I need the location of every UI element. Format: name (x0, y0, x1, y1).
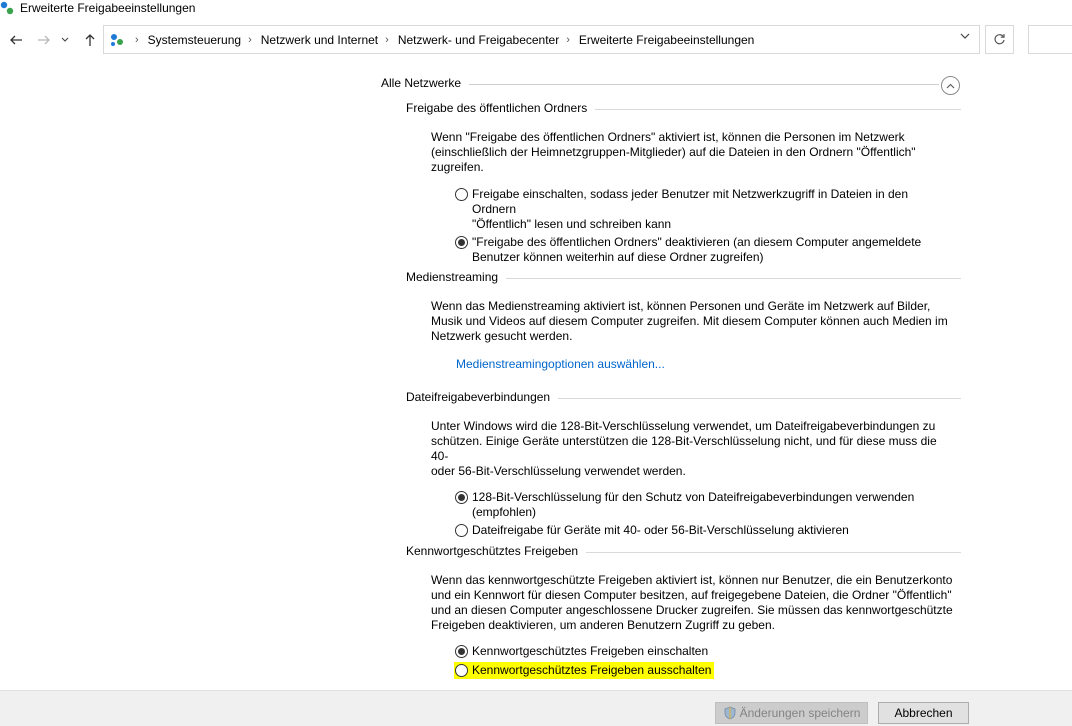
breadcrumb: › Systemsteuerung › Netzwerk und Interne… (128, 33, 754, 47)
radio-label-line: Dateifreigabe für Geräte mit 40- oder 56… (472, 523, 849, 537)
radio-128bit[interactable]: 128-Bit-Verschlüsselung für den Schutz v… (455, 490, 955, 520)
breadcrumb-separator-icon: › (385, 34, 389, 46)
address-bar[interactable]: › Systemsteuerung › Netzwerk und Interne… (103, 25, 980, 54)
description-line: Musik und Videos auf diesem Computer zug… (431, 314, 948, 328)
radio-label-line: "Freigabe des öffentlichen Ordners" deak… (472, 235, 922, 249)
radio-label: 128-Bit-Verschlüsselung für den Schutz v… (472, 490, 914, 520)
radio-40-56bit[interactable]: Dateifreigabe für Geräte mit 40- oder 56… (455, 523, 955, 538)
section-file-sharing-connections: Dateifreigabeverbindungen Unter Windows … (406, 390, 961, 538)
section-description: Wenn das kennwortgeschützte Freigeben ak… (431, 573, 956, 633)
group-label: Alle Netzwerke (381, 76, 470, 90)
radio-label: "Freigabe des öffentlichen Ordners" deak… (472, 235, 921, 265)
section-media-streaming: Medienstreaming Wenn das Medienstreaming… (406, 270, 961, 371)
section-description: Wenn das Medienstreaming aktiviert ist, … (431, 299, 956, 344)
section-heading-label: Freigabe des öffentlichen Ordners (406, 101, 596, 115)
media-streaming-options-link[interactable]: Medienstreamingoptionen auswählen... (456, 357, 961, 371)
highlight-marker: Kennwortgeschütztes Freigeben ausschalte… (454, 662, 715, 679)
section-heading: Dateifreigabeverbindungen (406, 390, 961, 406)
radio-password-off[interactable]: Kennwortgeschütztes Freigeben ausschalte… (454, 662, 955, 679)
navigation-bar: › Systemsteuerung › Netzwerk und Interne… (0, 22, 1072, 56)
description-line: Freigeben deaktivieren, um anderen Benut… (431, 618, 775, 632)
refresh-button[interactable] (985, 25, 1014, 54)
section-heading-label: Dateifreigabeverbindungen (406, 390, 559, 404)
description-line: schützen. Einige Geräte unterstützen die… (431, 434, 937, 463)
radio-label: Dateifreigabe für Geräte mit 40- oder 56… (472, 523, 849, 538)
section-description: Wenn "Freigabe des öffentlichen Ordners"… (431, 130, 956, 175)
breadcrumb-separator-icon: › (135, 34, 139, 46)
cancel-button[interactable]: Abbrechen (878, 702, 969, 724)
address-dropdown-chevron-icon[interactable] (960, 32, 974, 46)
title-bar: Erweiterte Freigabeeinstellungen (0, 0, 1072, 18)
section-public-folder: Freigabe des öffentlichen Ordners Wenn "… (406, 101, 961, 265)
network-location-icon (111, 34, 123, 46)
radio-label: Kennwortgeschütztes Freigeben ausschalte… (472, 663, 712, 677)
radio-public-on[interactable]: Freigabe einschalten, sodass jeder Benut… (455, 187, 955, 232)
chevron-up-icon (946, 83, 955, 88)
section-password-protected-sharing: Kennwortgeschütztes Freigeben Wenn das k… (406, 544, 961, 679)
description-line: zugreifen. (431, 160, 484, 174)
description-line: oder 56-Bit-Verschlüsselung verwendet we… (431, 464, 686, 478)
uac-shield-icon (724, 706, 736, 720)
breadcrumb-separator-icon: › (248, 34, 252, 46)
main-content: Alle Netzwerke Freigabe des öffentlichen… (0, 57, 1072, 700)
window-title: Erweiterte Freigabeeinstellungen (20, 1, 196, 15)
section-heading-label: Kennwortgeschütztes Freigeben (406, 544, 587, 558)
divider (469, 84, 939, 85)
collapse-button[interactable] (941, 76, 960, 95)
save-changes-label: Änderungen speichern (739, 706, 861, 720)
radio-label: Freigabe einschalten, sodass jeder Benut… (472, 187, 955, 232)
description-line: und ein Kennwort für diesen Computer bes… (431, 588, 952, 602)
radio-label-line: "Öffentlich" lesen und schreiben kann (472, 217, 672, 231)
radio-public-off[interactable]: "Freigabe des öffentlichen Ordners" deak… (455, 235, 955, 265)
breadcrumb-erweiterte-freigabe[interactable]: Erweiterte Freigabeeinstellungen (579, 33, 754, 47)
description-line: und an diesen Computer angeschlossene Dr… (431, 603, 953, 617)
network-app-icon (0, 1, 14, 15)
radio-button-selected[interactable] (455, 236, 468, 249)
up-arrow-icon[interactable] (80, 30, 100, 50)
radio-label-line: (empfohlen) (472, 505, 537, 519)
description-line: Wenn "Freigabe des öffentlichen Ordners"… (431, 130, 905, 144)
radio-button[interactable] (455, 188, 468, 201)
section-heading: Freigabe des öffentlichen Ordners (406, 101, 961, 117)
search-input[interactable] (1028, 25, 1072, 54)
section-description: Unter Windows wird die 128-Bit-Verschlüs… (431, 419, 956, 479)
description-line: Wenn das Medienstreaming aktiviert ist, … (431, 299, 931, 313)
radio-button-selected[interactable] (455, 491, 468, 504)
breadcrumb-netzwerk-internet[interactable]: Netzwerk und Internet (261, 33, 378, 47)
recent-locations-chevron-icon[interactable] (59, 30, 71, 50)
section-heading: Medienstreaming (406, 270, 961, 286)
breadcrumb-systemsteuerung[interactable]: Systemsteuerung (148, 33, 241, 47)
description-line: Unter Windows wird die 128-Bit-Verschlüs… (431, 419, 936, 433)
description-line: (einschließlich der Heimnetzgruppen-Mitg… (431, 145, 916, 159)
cancel-label: Abbrechen (894, 706, 953, 720)
radio-label: Kennwortgeschütztes Freigeben einschalte… (472, 644, 709, 658)
footer-bar: Änderungen speichern Abbrechen (0, 690, 1072, 726)
forward-arrow-icon[interactable] (34, 30, 54, 50)
back-arrow-icon[interactable] (6, 30, 26, 50)
breadcrumb-separator-icon: › (566, 34, 570, 46)
refresh-icon (994, 34, 1005, 45)
radio-label-line: Benutzer können weiterhin auf diese Ordn… (472, 250, 764, 264)
description-line: Wenn das kennwortgeschützte Freigeben ak… (431, 573, 953, 587)
save-changes-button[interactable]: Änderungen speichern (715, 702, 868, 724)
group-header-alle-netzwerke: Alle Netzwerke (381, 76, 961, 96)
radio-button[interactable] (455, 524, 468, 537)
description-line: Netzwerk gesucht werden. (431, 329, 573, 343)
breadcrumb-freigabecenter[interactable]: Netzwerk- und Freigabecenter (398, 33, 559, 47)
section-heading-label: Medienstreaming (406, 270, 507, 284)
radio-button[interactable] (455, 664, 468, 677)
section-heading: Kennwortgeschütztes Freigeben (406, 544, 961, 560)
radio-label-line: Freigabe einschalten, sodass jeder Benut… (472, 187, 909, 216)
radio-password-on[interactable]: Kennwortgeschütztes Freigeben einschalte… (455, 644, 955, 659)
radio-button-selected[interactable] (455, 645, 468, 658)
radio-label-line: 128-Bit-Verschlüsselung für den Schutz v… (472, 490, 915, 504)
